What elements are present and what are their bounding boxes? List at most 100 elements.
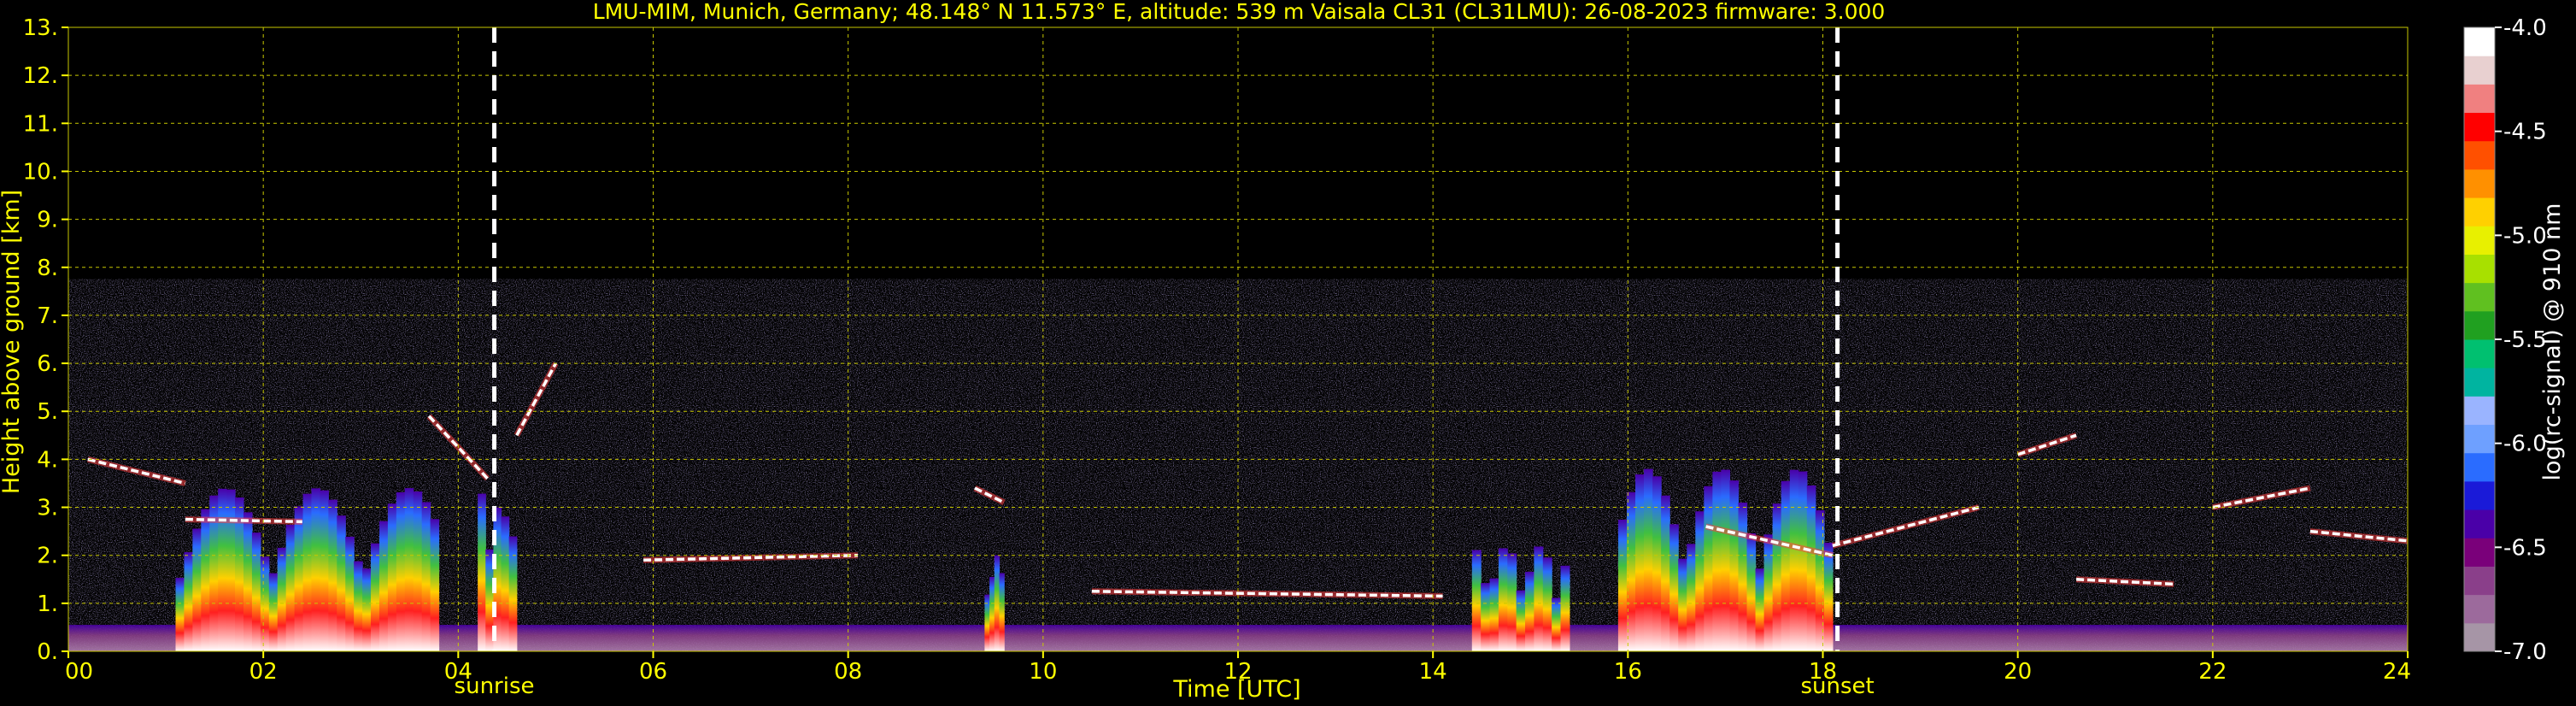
aerosol-plume-strip bbox=[371, 543, 380, 651]
colorbar-segment bbox=[2464, 27, 2495, 56]
aerosol-plume-strip bbox=[1806, 485, 1816, 651]
aerosol-plume-strip bbox=[285, 524, 296, 651]
x-tick-label: 02 bbox=[249, 659, 278, 685]
aerosol-plume-strip bbox=[1525, 571, 1534, 651]
aerosol-plume-strip bbox=[989, 576, 995, 651]
aerosol-plume-strip bbox=[311, 488, 321, 651]
colorbar-segment bbox=[2464, 594, 2495, 624]
colorbar-segment bbox=[2464, 538, 2495, 567]
aerosol-plume-strip bbox=[387, 503, 397, 651]
x-tick-label: 24 bbox=[2383, 659, 2411, 685]
aerosol-plume-strip bbox=[1704, 485, 1713, 651]
aerosol-plume-strip bbox=[302, 493, 313, 651]
colorbar-segment bbox=[2464, 622, 2495, 652]
aerosol-plume-strip bbox=[260, 556, 270, 651]
aerosol-plume-strip bbox=[1552, 597, 1562, 651]
aerosol-plume-strip bbox=[1661, 495, 1670, 651]
aerosol-plume-strip bbox=[1635, 474, 1645, 651]
chart-title: LMU-MIM, Munich, Germany; 48.148° N 11.5… bbox=[593, 0, 1886, 24]
aerosol-plume-strip bbox=[354, 561, 363, 651]
colorbar-segment bbox=[2464, 140, 2495, 170]
aerosol-plume-strip bbox=[1481, 583, 1491, 651]
aerosol-plume-strip bbox=[320, 490, 329, 651]
y-tick-label: 0. bbox=[37, 639, 58, 665]
aerosol-plume-strip bbox=[1644, 468, 1653, 651]
y-tick-label: 6. bbox=[37, 351, 58, 377]
colorbar-segment bbox=[2464, 112, 2495, 142]
aerosol-plume-strip bbox=[1678, 558, 1687, 651]
x-axis-label: Time [UTC] bbox=[1172, 676, 1300, 703]
aerosol-plume-strip bbox=[226, 489, 236, 651]
y-tick-label: 2. bbox=[37, 544, 58, 569]
x-tick-label: 08 bbox=[834, 659, 862, 685]
aerosol-plume-strip bbox=[1755, 568, 1765, 651]
colorbar-tick-label: -4.0 bbox=[2503, 15, 2547, 41]
aerosol-plume-strip bbox=[268, 573, 279, 651]
colorbar-segment bbox=[2464, 226, 2495, 255]
y-tick-label: 11. bbox=[23, 111, 58, 137]
aerosol-plume-strip bbox=[1669, 524, 1679, 651]
y-tick-label: 7. bbox=[37, 303, 58, 329]
y-axis-label: Height above ground [km] bbox=[0, 190, 25, 494]
y-tick-label: 1. bbox=[37, 591, 58, 617]
y-tick-label: 4. bbox=[37, 447, 58, 473]
y-tick-label: 8. bbox=[37, 256, 58, 281]
aerosol-plume-strip bbox=[404, 488, 414, 651]
colorbar-tick-label: -6.5 bbox=[2503, 535, 2547, 561]
aerosol-plume-strip bbox=[192, 528, 202, 651]
aerosol-plume-strip bbox=[243, 512, 253, 651]
aerosol-plume-strip bbox=[430, 519, 440, 651]
aerosol-plume-strip bbox=[277, 547, 287, 651]
aerosol-plume-strip bbox=[478, 493, 486, 651]
aerosol-plume-strip bbox=[328, 499, 337, 651]
aerosol-plume-strip bbox=[1498, 548, 1508, 651]
aerosol-plume-strip bbox=[1652, 476, 1662, 651]
x-tick-label: 22 bbox=[2198, 659, 2227, 685]
colorbar-segment bbox=[2464, 168, 2495, 198]
aerosol-plume-strip bbox=[421, 502, 431, 651]
colorbar-tick-label: -7.0 bbox=[2503, 639, 2547, 665]
colorbar-segment bbox=[2464, 339, 2495, 368]
aerosol-plume-strip bbox=[508, 536, 518, 651]
aerosol-plume-strip bbox=[1772, 503, 1782, 651]
aerosol-plume-strip bbox=[345, 536, 355, 651]
colorbar-segment bbox=[2464, 480, 2495, 510]
aerosol-plume-strip bbox=[362, 568, 372, 651]
aerosol-plume-strip bbox=[218, 488, 227, 651]
aerosol-plume-strip bbox=[1781, 480, 1791, 651]
aerosol-plume-strip bbox=[1729, 480, 1740, 651]
y-tick-label: 9. bbox=[37, 208, 58, 233]
x-tick-label: 14 bbox=[1419, 659, 1447, 685]
aerosol-plume-strip bbox=[501, 516, 510, 651]
y-tick-label: 12. bbox=[23, 63, 58, 89]
colorbar-segment bbox=[2464, 396, 2495, 426]
aerosol-plume-strip bbox=[175, 578, 185, 651]
colorbar-segment bbox=[2464, 452, 2495, 482]
colorbar-segment bbox=[2464, 84, 2495, 114]
aerosol-plume-strip bbox=[1695, 511, 1705, 651]
colorbar-segment bbox=[2464, 310, 2495, 340]
aerosol-plume-strip bbox=[1617, 519, 1628, 651]
aerosol-plume-strip bbox=[1798, 471, 1808, 651]
ceilometer-chart: sunrise sunset 0.1.2.3.4.5.6.7.8.9.10.11.… bbox=[0, 0, 2576, 706]
aerosol-plume-strip bbox=[1738, 503, 1748, 651]
aerosol-plume-strip bbox=[413, 491, 423, 651]
aerosol-plume-strip bbox=[1507, 553, 1517, 651]
aerosol-plume-strip bbox=[396, 491, 406, 651]
x-tick-label: 06 bbox=[639, 659, 667, 685]
colorbar-segment bbox=[2464, 424, 2495, 454]
aerosol-plume-strip bbox=[184, 552, 193, 651]
x-tick-label: 04 bbox=[444, 659, 472, 685]
x-tick-label: 00 bbox=[65, 659, 93, 685]
aerosol-plume-strip bbox=[294, 506, 304, 651]
colorbar-tick-label: -4.5 bbox=[2503, 120, 2547, 145]
aerosol-plume-strip bbox=[1687, 544, 1696, 651]
colorbar-segment bbox=[2464, 368, 2495, 397]
colorbar-segment bbox=[2464, 254, 2495, 284]
y-tick-label: 5. bbox=[37, 399, 58, 425]
colorbar-segment bbox=[2464, 282, 2495, 312]
aerosol-plume-strip bbox=[1534, 546, 1544, 651]
aerosol-plume-strip bbox=[1712, 471, 1722, 651]
aerosol-plume-strip bbox=[999, 573, 1005, 651]
aerosol-plume-strip bbox=[1489, 578, 1499, 651]
